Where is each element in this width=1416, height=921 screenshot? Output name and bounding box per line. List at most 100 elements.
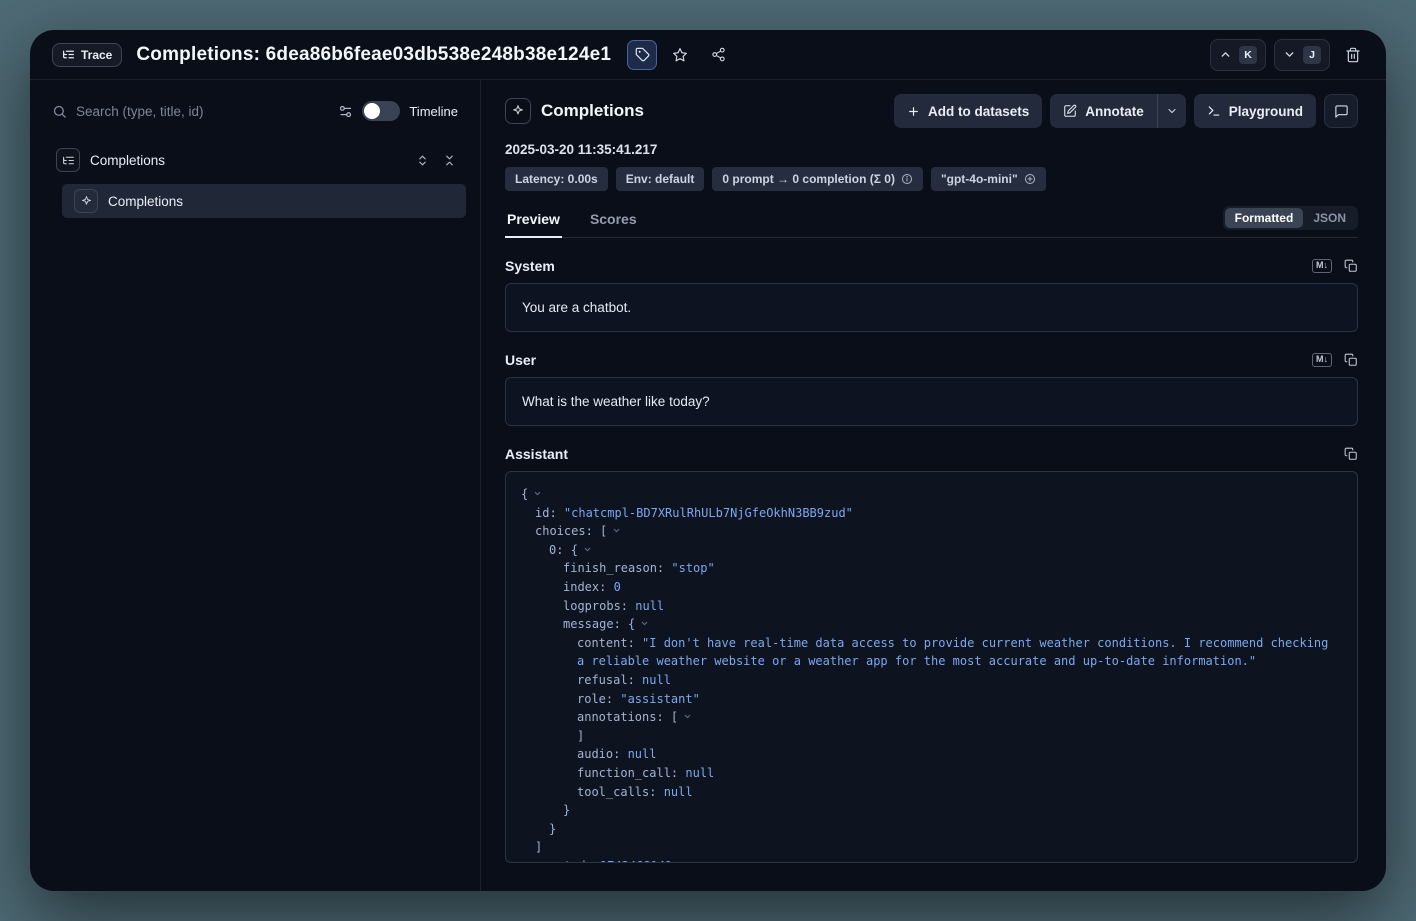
collapse-chevron-icon[interactable] [533,485,542,504]
code-token: finish_reason: [563,561,671,575]
model-badge[interactable]: "gpt-4o-mini" [931,167,1046,191]
code-line: ] [521,838,1333,857]
code-token: null [628,747,657,761]
chevron-up-icon [1219,48,1232,61]
code-token: index: [563,580,614,594]
tree-row-root[interactable]: Completions [44,142,466,178]
share-button[interactable] [703,40,733,70]
delete-button[interactable] [1338,40,1368,70]
expand-all-icon[interactable] [416,154,429,167]
collapse-chevron-icon[interactable] [583,541,592,560]
code-line: refusal: null [521,671,1333,690]
markdown-icon[interactable]: M↓ [1312,353,1332,367]
tree-row-completions[interactable]: Completions [62,184,466,218]
collapse-chevron-icon[interactable] [640,615,649,634]
code-token: [ [671,710,678,724]
system-section-title: System [505,258,555,274]
tree-actions [416,154,456,167]
collapse-chevron-icon[interactable] [683,708,692,727]
code-line: index: 0 [521,578,1333,597]
feedback-chat-button[interactable] [1324,94,1358,128]
format-option-formatted[interactable]: Formatted [1225,208,1304,228]
copy-icon[interactable] [1344,447,1358,461]
annotate-split-button: Annotate [1050,94,1186,128]
assistant-section-icons [1344,447,1358,461]
code-token: function_call: [577,766,685,780]
search-row: Timeline [44,94,466,128]
code-token: tool_calls: [577,785,664,799]
share-icon [711,47,726,62]
completions-run-icon [505,98,531,124]
run-title: Completions [541,101,644,121]
next-run-button[interactable]: J [1274,39,1330,71]
timeline-toggle[interactable] [362,101,400,121]
copy-icon[interactable] [1344,353,1358,367]
plus-icon [907,105,920,118]
trace-badge[interactable]: Trace [52,43,122,67]
code-token: "I don't have real-time data access to p… [577,636,1336,669]
tab-preview[interactable]: Preview [505,205,562,238]
run-actions: Add to datasets Annotate [894,94,1358,128]
code-line: created: 1742468141 [521,857,1333,863]
code-token: 0 [614,580,621,594]
code-line: logprobs: null [521,597,1333,616]
tokens-badge[interactable]: 0 prompt → 0 completion (Σ 0) [712,167,923,191]
tree-root-label: Completions [90,153,165,168]
system-section-icons: M↓ [1312,259,1358,273]
code-line: message: { [521,615,1333,634]
code-token: null [685,766,714,780]
code-token: content: [577,636,642,650]
tab-scores[interactable]: Scores [588,205,639,238]
code-line: role: "assistant" [521,690,1333,709]
code-token: } [563,803,570,817]
code-token: audio: [577,747,628,761]
trace-badge-label: Trace [81,48,112,62]
add-to-datasets-button[interactable]: Add to datasets [894,94,1042,128]
run-badges: Latency: 0.00s Env: default 0 prompt → 0… [505,167,1358,191]
tag-button[interactable] [627,40,657,70]
chat-bubble-icon [1334,104,1349,119]
user-section-title: User [505,352,536,368]
prev-run-button[interactable]: K [1210,39,1266,71]
code-token: ] [577,729,584,743]
annotate-dropdown-caret[interactable] [1158,94,1186,128]
detail-tabs: Preview Scores Formatted JSON [505,205,1358,238]
trace-sidebar: Timeline Completions [30,80,481,891]
system-message-box: You are a chatbot. [505,283,1358,332]
trace-tree-icon [62,48,75,61]
trash-icon [1345,47,1361,63]
code-token: id: [535,506,564,520]
code-token: choices: [535,524,600,538]
code-token: refusal: [577,673,642,687]
assistant-json-tree: {id: "chatcmpl-BD7XRulRhULb7NjGfeOkhN3BB… [505,471,1358,863]
annotate-button[interactable]: Annotate [1050,94,1157,128]
code-token: null [642,673,671,687]
trace-header: Trace Completions: 6dea86b6feae03db538e2… [30,30,1386,80]
format-option-json[interactable]: JSON [1303,208,1356,228]
terminal-icon [1207,104,1221,118]
search-input[interactable] [76,104,329,119]
collapse-chevron-icon[interactable] [612,522,621,541]
code-token: annotations: [577,710,671,724]
playground-button[interactable]: Playground [1194,94,1316,128]
code-line: content: "I don't have real-time data ac… [521,634,1333,671]
code-line: { [521,485,1333,504]
code-token: 1742468141 [600,859,672,863]
code-token: ] [535,840,542,854]
code-token: message: [563,617,628,631]
app-body: Timeline Completions [30,80,1386,891]
app-window: Trace Completions: 6dea86b6feae03db538e2… [30,30,1386,891]
display-settings-icon[interactable] [338,104,353,119]
star-button[interactable] [665,40,695,70]
code-line: } [521,801,1333,820]
collapse-all-icon[interactable] [443,154,456,167]
code-line: } [521,820,1333,839]
markdown-icon[interactable]: M↓ [1312,259,1332,273]
star-icon [672,47,688,63]
latency-badge: Latency: 0.00s [505,167,608,191]
copy-icon[interactable] [1344,259,1358,273]
timeline-label: Timeline [409,104,458,119]
assistant-section-title: Assistant [505,446,568,462]
env-badge: Env: default [616,167,705,191]
page-title: Completions: 6dea86b6feae03db538e248b38e… [136,44,611,66]
